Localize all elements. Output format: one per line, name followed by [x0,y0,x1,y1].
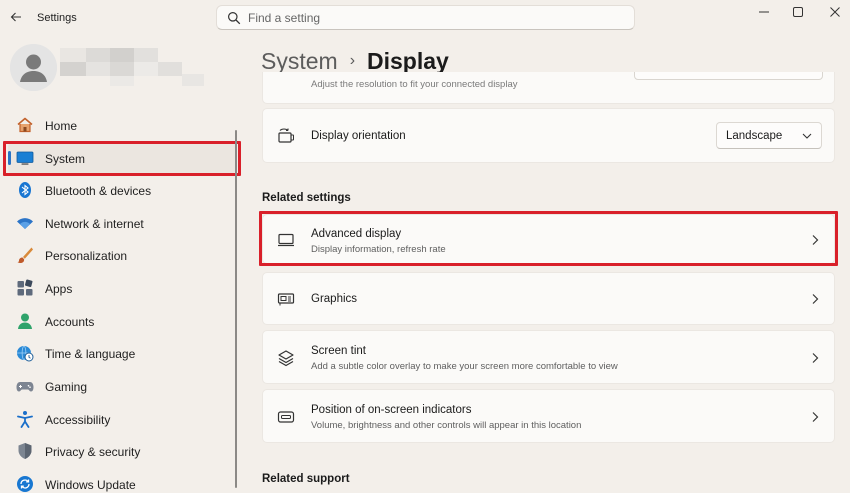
sidebar-item-label: Time & language [45,347,136,361]
sidebar-item-network-internet[interactable]: Network & internet [8,207,236,239]
close-button[interactable] [818,0,850,24]
search-icon [228,12,241,25]
chevron-right-icon [812,412,819,422]
update-icon [17,476,33,492]
sidebar-item-label: Bluetooth & devices [45,184,152,198]
sidebar-item-home[interactable]: Home [8,109,236,141]
card-title: Position of on-screen indicators [311,404,472,416]
search-input[interactable] [248,9,618,27]
annotation-highlight-advanced-display [259,211,838,266]
accounts-icon [18,313,32,329]
sidebar-item-gaming[interactable]: Gaming [8,370,236,402]
sidebar-item-label: Windows Update [45,478,136,492]
sidebar-item-label: Gaming [45,380,88,394]
app-title: Settings [37,12,77,24]
accessibility-icon [17,411,33,428]
sidebar-scrollbar[interactable] [235,130,237,488]
card-title: Screen tint [311,345,366,357]
home-icon [17,117,33,133]
chevron-right-icon [812,294,819,304]
related-support-heading: Related support [262,473,350,485]
orientation-dropdown[interactable]: Landscape [716,122,822,149]
card-subtitle: Adjust the resolution to fit your connec… [311,79,518,90]
title-bar: Settings [0,0,850,34]
card-title: Graphics [311,293,358,305]
graphics-card-icon [277,293,295,306]
search-box[interactable] [216,5,635,30]
sidebar-item-apps[interactable]: Apps [8,272,236,304]
screen-tint-card[interactable]: Screen tint Add a subtle color overlay t… [262,330,835,384]
maximize-button[interactable] [781,0,815,24]
orientation-icon [278,128,294,143]
display-orientation-card: Display orientation Landscape [262,108,835,163]
sidebar-item-personalization[interactable]: Personalization [8,239,236,271]
sidebar-item-accessibility[interactable]: Accessibility [8,403,236,435]
page-title: Display [367,47,449,74]
apps-icon [17,279,33,296]
sidebar-item-label: Accounts [45,315,95,329]
bluetooth-icon [19,182,31,198]
graphics-card[interactable]: Graphics [262,272,835,325]
minimize-button[interactable] [747,0,781,24]
sidebar-item-label: Personalization [45,249,128,263]
close-icon [830,7,840,17]
sidebar-item-privacy-security[interactable]: Privacy & security [8,435,236,467]
sidebar-item-accounts[interactable]: Accounts [8,305,236,337]
indicator-icon [277,411,295,423]
sidebar-item-label: Network & internet [45,217,144,231]
user-icon [10,44,57,91]
sidebar-item-label: Apps [45,282,73,296]
sidebar-item-label: Home [45,119,78,133]
back-arrow-icon [10,12,21,22]
brush-icon [17,247,33,264]
profile-name-blurred [60,48,205,92]
breadcrumb-separator: › [349,52,356,69]
gamepad-icon [16,382,34,392]
maximize-icon [793,7,803,17]
shield-icon [18,443,32,459]
onscreen-indicators-card[interactable]: Position of on-screen indicators Volume,… [262,389,835,443]
annotation-highlight-system [3,141,241,176]
display-resolution-card[interactable]: Adjust the resolution to fit your connec… [262,72,835,104]
layers-icon [278,350,294,367]
card-subtitle: Volume, brightness and other controls wi… [311,420,582,431]
chevron-right-icon [812,353,819,363]
sidebar-item-label: Privacy & security [45,445,141,459]
dropdown-value: Landscape [726,130,783,142]
minimize-icon [759,11,769,13]
avatar[interactable] [10,44,57,91]
chevron-down-icon [802,133,812,139]
wifi-icon [17,218,33,229]
card-title: Display orientation [311,130,406,142]
sidebar-item-label: Accessibility [45,413,111,427]
breadcrumb-parent[interactable]: System [261,48,338,75]
sidebar-item-time-language[interactable]: Time & language [8,337,236,369]
card-subtitle: Add a subtle color overlay to make your … [311,361,618,372]
sidebar-item-bluetooth-devices[interactable]: Bluetooth & devices [8,174,236,206]
globe-clock-icon [17,345,34,362]
back-button[interactable] [6,7,26,27]
resolution-dropdown[interactable] [634,72,823,80]
sidebar-item-windows-update[interactable]: Windows Update [8,468,236,493]
related-settings-heading: Related settings [262,192,351,204]
